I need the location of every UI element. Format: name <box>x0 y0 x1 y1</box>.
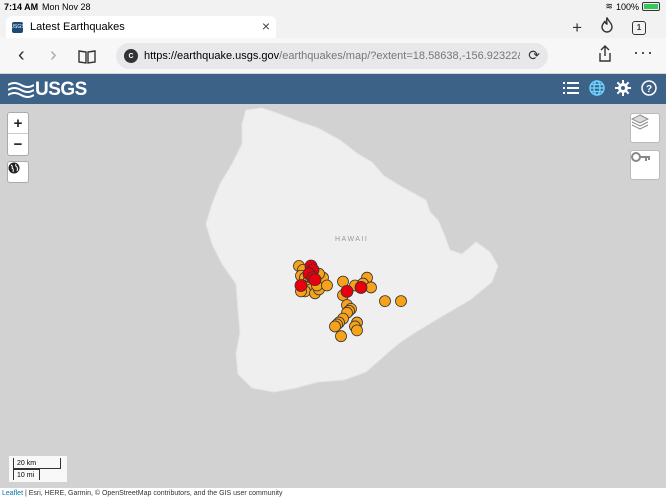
globe-icon <box>8 162 20 174</box>
earthquake-marker[interactable] <box>379 295 391 308</box>
layers-button[interactable] <box>630 113 660 143</box>
list-icon[interactable] <box>562 79 580 97</box>
status-time: 7:14 AM <box>4 2 39 12</box>
big-island-landmass <box>205 107 499 393</box>
share-icon[interactable] <box>598 45 612 66</box>
usgs-header: USGS ? <box>0 74 666 104</box>
zoom-control: + − <box>7 112 29 156</box>
help-icon[interactable]: ? <box>640 79 658 97</box>
site-settings-icon[interactable]: C <box>124 49 138 63</box>
earthquake-marker-recent[interactable] <box>308 273 322 287</box>
earthquake-marker[interactable] <box>329 320 341 333</box>
attribution-text: | Esri, HERE, Garmin, © OpenStreetMap co… <box>23 490 283 497</box>
bookmarks-book-icon[interactable] <box>78 47 96 70</box>
earthquake-marker[interactable] <box>321 279 333 292</box>
usgs-logo-text: USGS <box>35 79 87 100</box>
usgs-favicon-icon: USGS <box>10 21 25 33</box>
tab-title: Latest Earthquakes <box>30 21 125 33</box>
tab-bar: USGS Latest Earthquakes × + 1 <box>0 14 666 38</box>
status-date: Mon Nov 28 <box>42 2 91 12</box>
earthquake-marker-recent[interactable] <box>354 281 368 294</box>
map-attribution: Leaflet | Esri, HERE, Garmin, © OpenStre… <box>0 488 666 500</box>
globe-map-icon[interactable] <box>588 79 606 97</box>
address-bar[interactable]: C https://earthquake.usgs.gov/earthquake… <box>116 43 548 69</box>
earthquake-marker[interactable] <box>351 324 363 337</box>
fire-icon[interactable] <box>600 16 614 38</box>
legend-key-button[interactable] <box>630 150 660 180</box>
settings-gear-icon[interactable] <box>614 79 632 97</box>
new-tab-plus-icon[interactable]: + <box>572 18 582 38</box>
battery-icon <box>642 2 660 11</box>
scale-km: 20 km <box>13 458 61 469</box>
earthquake-map[interactable]: HAWAII + − 20 km 10 mi <box>0 104 666 488</box>
map-canvas[interactable]: HAWAII <box>0 104 666 488</box>
earthquake-marker-recent[interactable] <box>294 279 308 292</box>
world-view-button[interactable] <box>7 161 29 183</box>
tab-count-button[interactable]: 1 <box>632 20 646 35</box>
usgs-logo[interactable]: USGS <box>8 79 87 101</box>
layers-icon <box>631 114 649 130</box>
battery-percent: 100% <box>615 1 639 12</box>
zoom-in-button[interactable]: + <box>8 113 28 134</box>
leaflet-link[interactable]: Leaflet <box>2 490 23 497</box>
key-icon <box>631 152 650 162</box>
zoom-out-button[interactable]: − <box>8 134 28 155</box>
close-icon[interactable]: × <box>262 18 270 34</box>
navigation-bar: ‹ › C https://earthquake.usgs.gov/earthq… <box>0 38 666 74</box>
tab-latest-earthquakes[interactable]: USGS Latest Earthquakes × <box>6 16 276 38</box>
earthquake-marker[interactable] <box>335 330 347 343</box>
usgs-wave-icon <box>8 82 34 98</box>
earthquake-marker[interactable] <box>395 295 407 308</box>
tab-actions: + 1 <box>572 16 646 38</box>
earthquake-marker-recent[interactable] <box>340 284 354 298</box>
forward-arrow-icon[interactable]: › <box>50 44 57 67</box>
island-label: HAWAII <box>335 236 368 243</box>
url-text[interactable]: https://earthquake.usgs.gov/earthquakes/… <box>144 50 520 62</box>
status-bar: 7:14 AM Mon Nov 28 ≋ 100% <box>0 0 666 14</box>
scale-mi: 10 mi <box>13 469 40 480</box>
reload-icon[interactable]: ⟳ <box>528 47 540 64</box>
back-arrow-icon[interactable]: ‹ <box>18 44 25 67</box>
scale-bar: 20 km 10 mi <box>9 456 67 482</box>
more-options-icon[interactable]: ··· <box>633 42 654 63</box>
wifi-icon: ≋ <box>605 1 613 11</box>
status-right: ≋ 100% <box>605 1 660 12</box>
header-icons: ? <box>562 79 658 97</box>
svg-text:?: ? <box>646 84 652 95</box>
